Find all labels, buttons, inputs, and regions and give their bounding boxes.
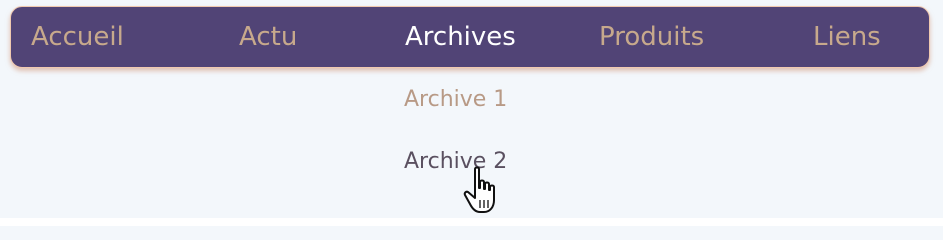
main-navbar: Accueil Actu Archives Produits Liens bbox=[10, 6, 930, 68]
nav-item-actu[interactable]: Actu bbox=[239, 7, 297, 69]
dropdown-item-archive-1[interactable]: Archive 1 bbox=[404, 80, 507, 120]
hand-pointer-cursor-icon bbox=[463, 166, 495, 213]
nav-item-produits[interactable]: Produits bbox=[599, 7, 704, 69]
nav-item-liens[interactable]: Liens bbox=[813, 7, 881, 69]
nav-item-archives[interactable]: Archives bbox=[405, 7, 516, 69]
nav-item-accueil[interactable]: Accueil bbox=[31, 7, 124, 69]
page-bottom-strip bbox=[0, 218, 943, 226]
